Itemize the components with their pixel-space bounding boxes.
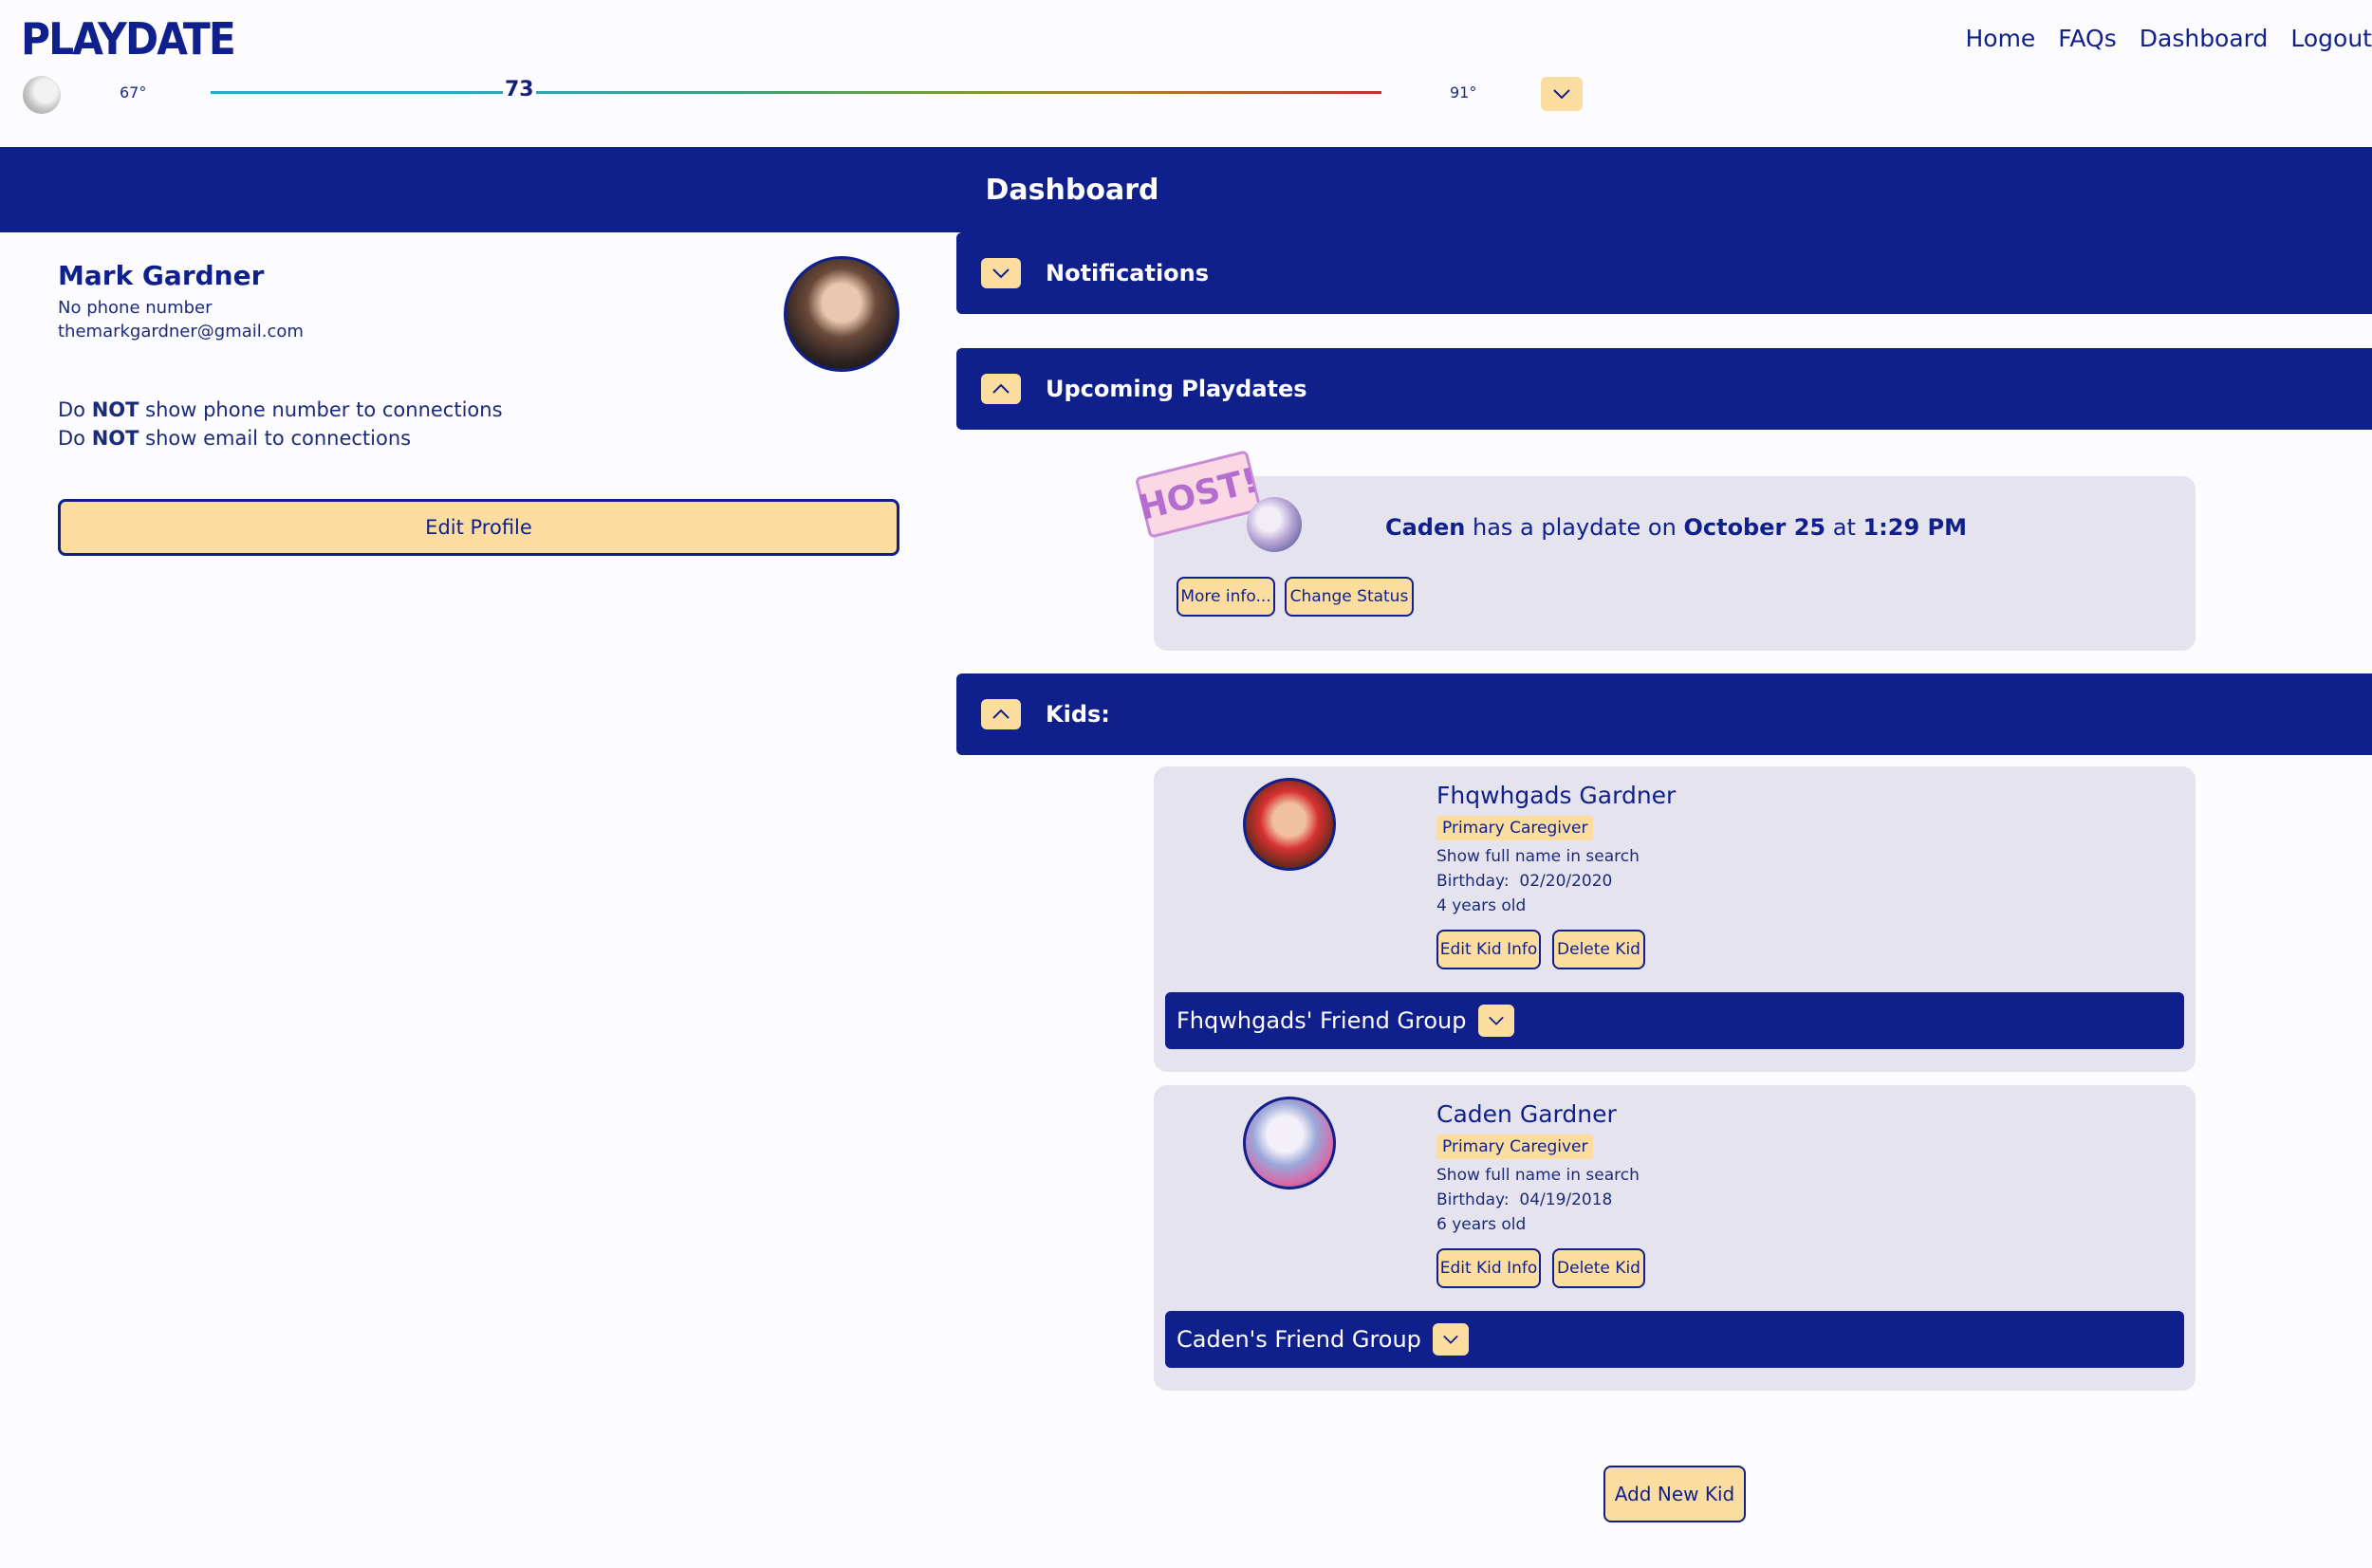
- temperature-low: 67°: [120, 83, 147, 101]
- top-nav: Home FAQs Dashboard Logout: [1965, 25, 2372, 52]
- temperature-range-bar: [211, 91, 1381, 94]
- delete-kid-button[interactable]: Delete Kid: [1552, 930, 1645, 969]
- temperature-high: 91°: [1450, 83, 1477, 101]
- delete-kid-button[interactable]: Delete Kid: [1552, 1248, 1645, 1288]
- add-new-kid-button[interactable]: Add New Kid: [1603, 1466, 1746, 1522]
- kid-age: 6 years old: [1436, 1215, 1527, 1234]
- caregiver-badge: Primary Caregiver: [1436, 816, 1594, 840]
- kid-birthday: Birthday: 04/19/2018: [1436, 1190, 1613, 1209]
- chevron-up-icon: [992, 709, 1010, 719]
- weather-expand-button[interactable]: [1541, 77, 1583, 111]
- nav-home-link[interactable]: Home: [1965, 25, 2035, 52]
- edit-kid-button[interactable]: Edit Kid Info: [1436, 1248, 1541, 1288]
- friend-group-toggle[interactable]: [1477, 1005, 1514, 1037]
- notifications-label: Notifications: [1046, 260, 1210, 286]
- kid-name: Caden Gardner: [1436, 1100, 1617, 1128]
- notifications-toggle[interactable]: [981, 258, 1021, 288]
- chevron-down-icon: [1553, 89, 1570, 100]
- phone-privacy-note: Do NOT show phone number to connections: [58, 398, 503, 421]
- friend-group-bar: Fhqwhgads' Friend Group: [1165, 992, 2184, 1049]
- user-avatar: [784, 256, 899, 372]
- chevron-down-icon: [1443, 1335, 1458, 1344]
- caregiver-badge: Primary Caregiver: [1436, 1134, 1594, 1159]
- dashboard-banner: Dashboard: [0, 147, 2372, 232]
- kid-age: 4 years old: [1436, 896, 1527, 915]
- kids-toggle[interactable]: [981, 699, 1021, 729]
- edit-profile-button[interactable]: Edit Profile: [58, 499, 899, 556]
- chevron-up-icon: [992, 383, 1010, 394]
- edit-kid-button[interactable]: Edit Kid Info: [1436, 930, 1541, 969]
- profile-email: themarkgardner@gmail.com: [58, 322, 304, 341]
- page-title: Dashboard: [985, 173, 1159, 207]
- nav-faqs-link[interactable]: FAQs: [2058, 25, 2116, 52]
- kid-avatar: [1243, 778, 1336, 871]
- nav-dashboard-link[interactable]: Dashboard: [2140, 25, 2269, 52]
- friend-group-label: Caden's Friend Group: [1177, 1326, 1421, 1353]
- kids-section: Kids:: [956, 673, 2372, 755]
- playdate-card: [1154, 476, 2196, 651]
- nav-logout-link[interactable]: Logout: [2290, 25, 2372, 52]
- friend-group-label: Fhqwhgads' Friend Group: [1177, 1007, 1467, 1034]
- kid-name: Fhqwhgads Gardner: [1436, 782, 1677, 809]
- notifications-section: Notifications: [956, 232, 2372, 314]
- chevron-down-icon: [992, 268, 1010, 279]
- email-privacy-note: Do NOT show email to connections: [58, 427, 412, 450]
- moon-icon: [23, 76, 61, 114]
- friend-group-toggle[interactable]: [1432, 1323, 1469, 1356]
- playdate-description: Caden has a playdate on October 25 at 1:…: [1385, 514, 1968, 541]
- profile-name: Mark Gardner: [58, 260, 265, 291]
- chevron-down-icon: [1488, 1016, 1504, 1025]
- kids-label: Kids:: [1046, 701, 1110, 728]
- playdate-kid-avatar: [1247, 497, 1302, 552]
- search-visibility: Show full name in search: [1436, 1166, 1640, 1185]
- friend-group-bar: Caden's Friend Group: [1165, 1311, 2184, 1368]
- playdate-logo[interactable]: PLAYDATE: [21, 13, 236, 65]
- change-status-button[interactable]: Change Status: [1285, 577, 1414, 617]
- upcoming-playdates-section: Upcoming Playdates: [956, 348, 2372, 430]
- search-visibility: Show full name in search: [1436, 847, 1640, 866]
- kid-birthday: Birthday: 02/20/2020: [1436, 872, 1613, 891]
- profile-phone: No phone number: [58, 298, 213, 318]
- upcoming-playdates-label: Upcoming Playdates: [1046, 376, 1307, 402]
- kid-avatar: [1243, 1097, 1336, 1190]
- temperature-current: 73: [503, 78, 536, 101]
- more-info-button[interactable]: More info...: [1177, 577, 1275, 617]
- upcoming-playdates-toggle[interactable]: [981, 374, 1021, 404]
